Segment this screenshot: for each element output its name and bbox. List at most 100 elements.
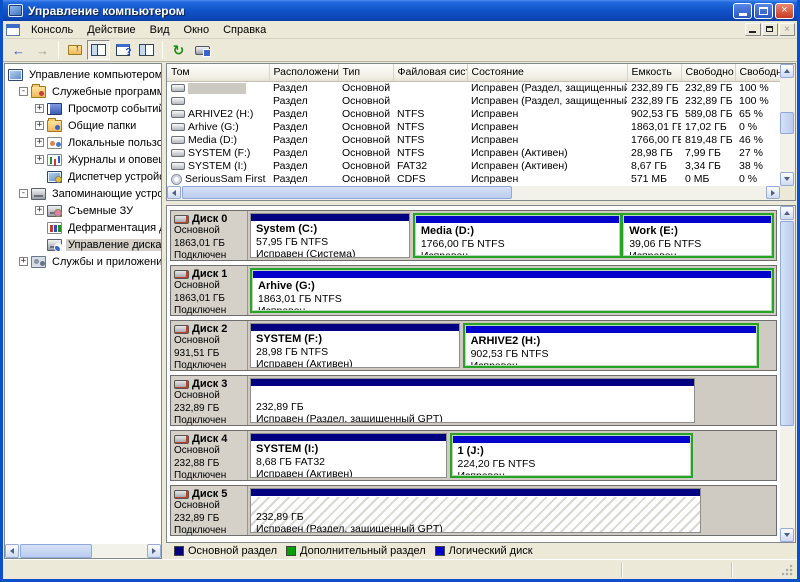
tree-item-storage[interactable]: - Запоминающие устройства (5, 185, 161, 202)
scroll-right-button[interactable] (766, 186, 780, 199)
forward-button[interactable]: → (31, 40, 54, 60)
close-button[interactable]: × (775, 3, 794, 19)
scroll-up-button[interactable] (780, 64, 794, 78)
disk-properties-button[interactable] (191, 40, 214, 60)
tree-item-system-tools[interactable]: - Служебные программы (5, 83, 161, 100)
disk-3-label[interactable]: Диск 3 Основной 232,89 ГБ Подключен (171, 376, 248, 425)
disk-0-label[interactable]: Диск 0 Основной 1863,01 ГБ Подключен (171, 211, 248, 260)
expand-toggle[interactable]: + (35, 104, 44, 113)
scroll-right-button[interactable] (147, 544, 161, 558)
new-window-button[interactable] (135, 40, 158, 60)
collapse-toggle[interactable]: - (19, 87, 28, 96)
menu-spravka[interactable]: Справка (216, 22, 273, 38)
disk-1-label[interactable]: Диск 1 Основной 1863,01 ГБ Подключен (171, 266, 248, 315)
tree-item-device-manager[interactable]: Диспетчер устройств (5, 168, 161, 185)
up-folder-button[interactable]: ↑ (63, 40, 86, 60)
show-console-tree-button[interactable] (87, 40, 110, 60)
tree-item-local-users[interactable]: + Локальные пользователи (5, 134, 161, 151)
title-bar[interactable]: Управление компьютером × (3, 0, 797, 21)
volume-row[interactable]: SYSTEM (F:) Раздел Основной NTFS Исправе… (167, 147, 780, 160)
refresh-button[interactable]: ↻ (167, 40, 190, 60)
partition-gpt-protected[interactable]: 232,89 ГБ Исправен (Раздел, защищенный G… (250, 488, 701, 533)
volume-horizontal-scrollbar[interactable] (167, 186, 780, 200)
scrollbar-thumb[interactable] (780, 112, 794, 134)
col-header-type[interactable]: Тип (338, 64, 393, 81)
cell-free-pct: 65 % (735, 108, 780, 121)
partition-system-i[interactable]: SYSTEM (I:) 8,68 ГБ FAT32 Исправен (Акти… (250, 433, 447, 478)
volume-row[interactable]: Раздел Основной Исправен (Раздел, защище… (167, 95, 780, 108)
tree-item-performance-logs[interactable]: + Журналы и оповещения пр (5, 151, 161, 168)
col-header-free[interactable]: Свободно (681, 64, 735, 81)
col-header-location[interactable]: Расположение (269, 64, 338, 81)
col-header-free-pct[interactable]: Свободно % (735, 64, 780, 81)
partition-gpt-protected[interactable]: 232,89 ГБ Исправен (Раздел, защищенный G… (250, 378, 695, 423)
menu-vid[interactable]: Вид (143, 22, 177, 38)
cell-fs (393, 95, 467, 108)
mdi-minimize-button[interactable] (745, 23, 761, 36)
disk-kind: Основной (174, 335, 244, 348)
col-header-capacity[interactable]: Емкость (627, 64, 681, 81)
maximize-button[interactable] (754, 3, 773, 19)
volume-row[interactable]: Arhive (G:) Раздел Основной NTFS Исправе… (167, 121, 780, 134)
scrollbar-thumb[interactable] (20, 544, 92, 558)
tree-item-services[interactable]: + Службы и приложения (5, 253, 161, 270)
col-header-filesystem[interactable]: Файловая система (393, 64, 467, 81)
volume-row[interactable]: ARHIVE2 (H:) Раздел Основной NTFS Исправ… (167, 108, 780, 121)
tree-item-computer-management[interactable]: Управление компьютером (локальн (5, 66, 161, 83)
expand-toggle[interactable]: + (35, 206, 44, 215)
menu-okno[interactable]: Окно (177, 22, 217, 38)
disk-5-label[interactable]: Диск 5 Основной 232,89 ГБ Подключен (171, 486, 248, 535)
disk-4-label[interactable]: Диск 4 Основной 232,88 ГБ Подключен (171, 431, 248, 480)
partition-system-c[interactable]: System (C:) 57,95 ГБ NTFS Исправен (Сист… (250, 213, 410, 258)
tree-item-shared-folders[interactable]: + Общие папки (5, 117, 161, 134)
console-window-icon[interactable] (6, 24, 20, 36)
expand-toggle[interactable]: + (35, 121, 44, 130)
help-topics-button[interactable] (111, 40, 134, 60)
collapse-toggle[interactable]: - (19, 189, 28, 198)
partition-arhive-g[interactable]: Arhive (G:) 1863,01 ГБ NTFS Исправен (252, 270, 772, 311)
scrollbar-thumb[interactable] (780, 221, 794, 426)
back-button[interactable]: ← (7, 40, 30, 60)
volume-row[interactable]: SeriousSam First (K:) Раздел Основной CD… (167, 173, 780, 186)
partition-arhive2-h[interactable]: ARHIVE2 (H:) 902,53 ГБ NTFS Исправен (465, 325, 757, 366)
tree-item-label: Диспетчер устройств (66, 171, 161, 183)
scroll-up-button[interactable] (780, 206, 794, 220)
tree-item-event-viewer[interactable]: + Просмотр событий (5, 100, 161, 117)
col-header-volume[interactable]: Том (167, 64, 269, 81)
volume-vertical-scrollbar[interactable] (780, 64, 795, 186)
scroll-left-button[interactable] (167, 186, 181, 199)
volume-icon (171, 162, 185, 170)
window-title: Управление компьютером (28, 4, 733, 18)
resize-grip[interactable] (781, 564, 793, 576)
menu-deystvie[interactable]: Действие (80, 22, 142, 38)
partition-work-e[interactable]: Work (E:) 39,06 ГБ NTFS Исправен (623, 215, 772, 256)
cell-capacity: 8,67 ГБ (627, 160, 681, 173)
tree-item-disk-management[interactable]: Управление дисками (5, 236, 161, 253)
mdi-close-button[interactable]: × (779, 23, 795, 36)
menu-konsol[interactable]: Консоль (24, 22, 80, 38)
minimize-button[interactable] (733, 3, 752, 19)
scrollbar-thumb[interactable] (182, 186, 512, 199)
tree-item-disk-defragmenter[interactable]: Дефрагментация диска (5, 219, 161, 236)
scroll-left-button[interactable] (5, 544, 19, 558)
disk-vertical-scrollbar[interactable] (780, 206, 795, 542)
scroll-down-button[interactable] (780, 172, 794, 186)
expand-toggle[interactable]: + (19, 257, 28, 266)
volume-row[interactable]: Media (D:) Раздел Основной NTFS Исправен… (167, 134, 780, 147)
cell-free-pct: 0 % (735, 121, 780, 134)
mdi-restore-button[interactable] (762, 23, 778, 36)
tree-item-removable-storage[interactable]: + Съемные ЗУ (5, 202, 161, 219)
volume-row[interactable]: SYSTEM (I:) Раздел Основной FAT32 Исправ… (167, 160, 780, 173)
scroll-down-button[interactable] (780, 528, 794, 542)
disk-2-label[interactable]: Диск 2 Основной 931,51 ГБ Подключен (171, 321, 248, 370)
expand-toggle[interactable]: + (35, 155, 44, 164)
partition-media-d[interactable]: Media (D:) 1766,00 ГБ NTFS Исправен (415, 215, 620, 256)
cell-free: 0 МБ (681, 173, 735, 186)
col-header-status[interactable]: Состояние (467, 64, 627, 81)
graphical-disk-panel: Диск 0 Основной 1863,01 ГБ Подключен Sys… (166, 205, 796, 543)
volume-row[interactable]: Раздел Основной Исправен (Раздел, защище… (167, 81, 780, 95)
partition-1-j[interactable]: 1 (J:) 224,20 ГБ NTFS Исправен (452, 435, 692, 476)
tree-horizontal-scrollbar[interactable] (5, 544, 161, 558)
expand-toggle[interactable]: + (35, 138, 44, 147)
partition-system-f[interactable]: SYSTEM (F:) 28,98 ГБ NTFS Исправен (Акти… (250, 323, 460, 368)
